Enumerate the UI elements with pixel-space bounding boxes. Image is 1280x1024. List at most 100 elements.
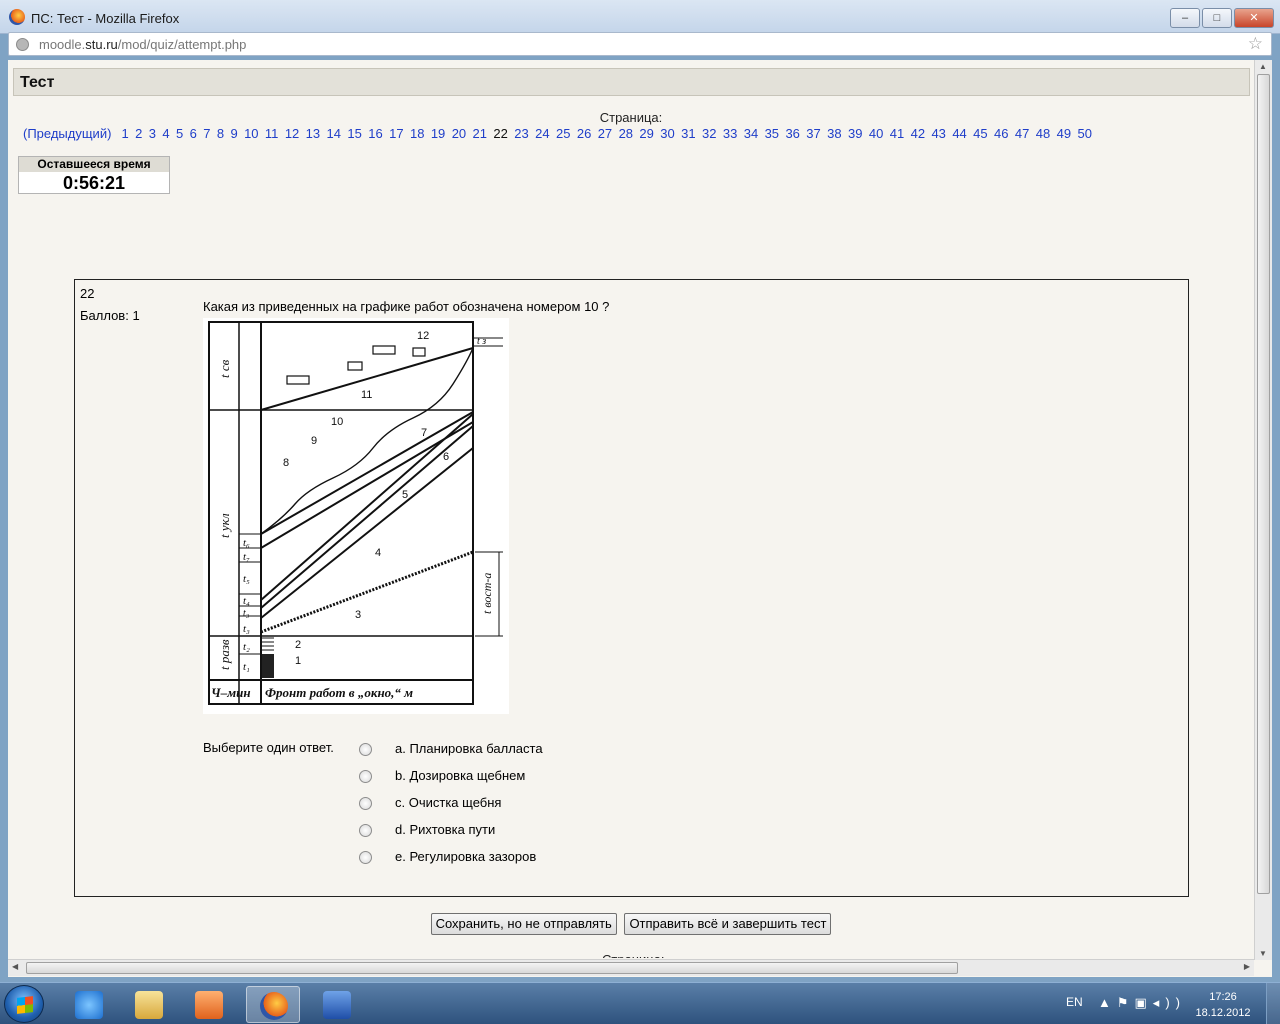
page-link[interactable]: 40 [869,126,883,141]
radio-button[interactable] [359,743,372,756]
page-link[interactable]: 2 [135,126,142,141]
submit-all-button[interactable]: Отправить всё и завершить тест [624,913,832,935]
page-link[interactable]: 18 [410,126,424,141]
page-link[interactable]: 39 [848,126,862,141]
show-desktop-button[interactable] [1266,983,1280,1024]
page-link[interactable]: 44 [952,126,966,141]
radio-button[interactable] [359,851,372,864]
page-link[interactable]: 3 [149,126,156,141]
radio-button[interactable] [359,824,372,837]
page-link[interactable]: 41 [890,126,904,141]
page-link[interactable]: 14 [327,126,341,141]
horizontal-scroll-thumb[interactable] [26,962,958,974]
page-link[interactable]: 13 [306,126,320,141]
page-link[interactable]: 4 [162,126,169,141]
page-link[interactable]: 23 [514,126,528,141]
bookmark-star-icon[interactable]: ☆ [1248,34,1263,54]
vertical-scrollbar[interactable]: ▲ ▼ [1254,60,1272,960]
page-link[interactable]: 45 [973,126,987,141]
answer-option-label[interactable]: c. Очистка щебня [395,795,501,810]
page-link[interactable]: 49 [1057,126,1071,141]
answer-option-label[interactable]: a. Планировка балласта [395,741,543,756]
page-link[interactable]: 8 [217,126,224,141]
page-link[interactable]: 21 [473,126,487,141]
scroll-left-arrow-icon[interactable]: ◀ [12,962,18,971]
page-link[interactable]: 6 [190,126,197,141]
page-link[interactable]: 48 [1036,126,1050,141]
page-link[interactable]: 32 [702,126,716,141]
vertical-scroll-thumb[interactable] [1257,74,1270,894]
taskbar-ie[interactable] [62,986,116,1023]
page-link[interactable]: 28 [619,126,633,141]
page-link[interactable]: 10 [244,126,258,141]
clock[interactable]: 17:26 18.12.2012 [1188,989,1258,1021]
radio-button[interactable] [359,770,372,783]
answer-option-label[interactable]: e. Регулировка зазоров [395,849,536,864]
minimize-button[interactable]: – [1170,8,1200,28]
address-bar[interactable]: moodle.stu.ru/mod/quiz/attempt.php ☆ [8,32,1272,56]
taskbar-firefox[interactable] [246,986,300,1023]
question-number: 22 [80,286,95,301]
question-text: Какая из приведенных на графике работ об… [203,299,610,314]
diagram-label-2: 2 [295,639,301,651]
start-button[interactable] [4,985,44,1023]
horizontal-scrollbar[interactable]: ◀ ▶ [8,959,1254,976]
page-link[interactable]: 42 [911,126,925,141]
page-link[interactable]: 46 [994,126,1008,141]
page-link[interactable]: 50 [1077,126,1091,141]
page-link[interactable]: 27 [598,126,612,141]
page-links: (Предыдущий) 1 2 3 4 5 6 7 8 9 10 11 12 13 14 15 16 17 18… [23,126,1098,141]
clock-time: 17:26 [1209,991,1237,1003]
page-link[interactable]: 31 [681,126,695,141]
answer-option-label[interactable]: d. Рихтовка пути [395,822,495,837]
page-link[interactable]: 26 [577,126,591,141]
page-link[interactable]: 33 [723,126,737,141]
taskbar-media-player[interactable] [182,986,236,1023]
close-button[interactable]: ✕ [1234,8,1274,28]
page-link[interactable]: 43 [931,126,945,141]
page-link[interactable]: 37 [806,126,820,141]
answer-label: Выберите один ответ. [203,740,334,755]
scroll-down-arrow-icon[interactable]: ▼ [1259,949,1267,958]
page-link[interactable]: 16 [368,126,382,141]
page-link[interactable]: 29 [639,126,653,141]
globe-icon [16,38,29,51]
save-button[interactable]: Сохранить, но не отправлять [430,913,617,935]
taskbar-word[interactable] [310,986,364,1023]
page-title: Тест [20,74,55,91]
answer-option-label[interactable]: b. Дозировка щебнем [395,768,525,783]
page-link[interactable]: 9 [230,126,237,141]
page-link[interactable]: 11 [265,126,279,141]
page-link[interactable]: 47 [1015,126,1029,141]
question-diagram: t св t укл t разв t₆ t₇ t₅ t₄ t₃ t₃ t₂ t… [203,318,509,714]
clock-date: 18.12.2012 [1195,1007,1251,1019]
language-indicator[interactable]: EN [1066,995,1083,1009]
svg-text:t₄: t₄ [243,595,250,607]
page-link[interactable]: 34 [744,126,758,141]
quiz-pagination: Страница: (Предыдущий) 1 2 3 4 5 6 7 8 9 10 11 12 13… [8,110,1254,141]
maximize-button[interactable]: □ [1202,8,1232,28]
page-link[interactable]: 15 [347,126,361,141]
page-link[interactable]: 7 [203,126,210,141]
page-link[interactable]: 36 [785,126,799,141]
page-link[interactable]: 30 [660,126,674,141]
radio-button[interactable] [359,797,372,810]
page-link[interactable]: 12 [285,126,299,141]
scroll-right-arrow-icon[interactable]: ▶ [1244,962,1250,971]
address-url[interactable]: moodle.stu.ru/mod/quiz/attempt.php [39,37,246,52]
tray-icons[interactable]: ▲⚑▣◂)) [1098,995,1186,1011]
work-schedule-diagram: t св t укл t разв t₆ t₇ t₅ t₄ t₃ t₃ t₂ t… [208,321,503,705]
page-link[interactable]: 19 [431,126,445,141]
page-link[interactable]: 1 [121,126,128,141]
taskbar-explorer[interactable] [122,986,176,1023]
page-link[interactable]: 25 [556,126,570,141]
page-link[interactable]: 5 [176,126,183,141]
firefox-icon [260,992,288,1020]
page-link[interactable]: 20 [452,126,466,141]
page-link[interactable]: 35 [765,126,779,141]
scroll-up-arrow-icon[interactable]: ▲ [1259,62,1267,71]
page-link[interactable]: 38 [827,126,841,141]
previous-page-link[interactable]: (Предыдущий) [23,126,111,141]
page-link[interactable]: 24 [535,126,549,141]
page-link[interactable]: 17 [389,126,403,141]
